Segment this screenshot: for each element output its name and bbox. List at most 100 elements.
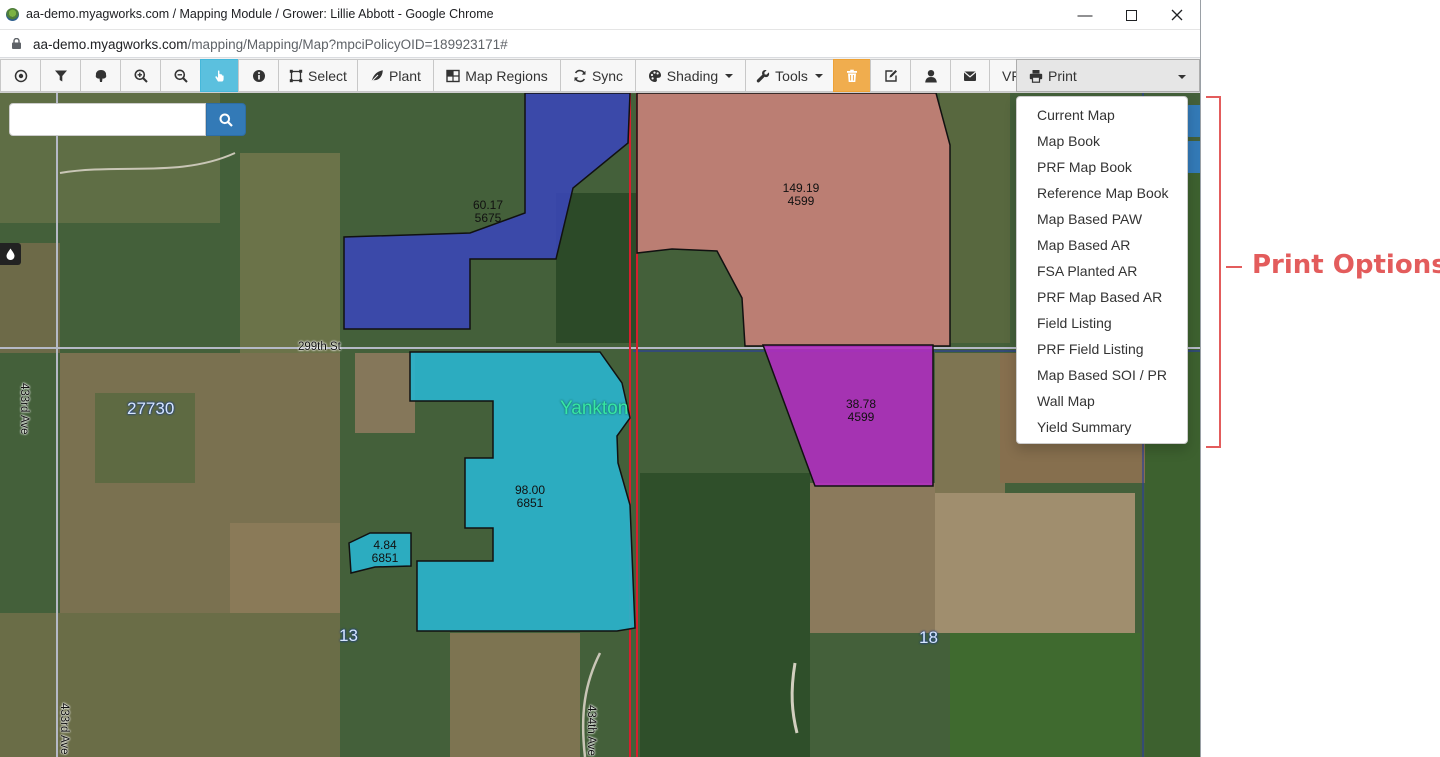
- leaf-icon: [371, 69, 383, 82]
- map-search-button[interactable]: [206, 103, 246, 136]
- user-button[interactable]: [910, 59, 951, 92]
- map-regions-label: Map Regions: [465, 67, 548, 84]
- tools-label: Tools: [775, 67, 808, 84]
- print-label: Print: [1048, 67, 1077, 84]
- print-current-map[interactable]: Current Map: [1017, 102, 1187, 128]
- vf-label: VF: [1002, 67, 1016, 84]
- delete-button[interactable]: [833, 59, 871, 92]
- field-label-3: 38.78 4599: [836, 398, 886, 424]
- address-bar[interactable]: aa-demo.myagworks.com/mapping/Mapping/Ma…: [0, 30, 1200, 58]
- print-caret-icon: [1178, 75, 1186, 79]
- print-options-menu: Current Map Map Book PRF Map Book Refere…: [1016, 96, 1188, 444]
- annotation-connector: [1226, 266, 1242, 268]
- tree-icon: [95, 69, 106, 82]
- url-path: /mapping/Mapping/Map?mpciPolicyOID=18992…: [187, 37, 508, 52]
- road-label: 434th Ave: [585, 705, 597, 756]
- minimize-button[interactable]: —: [1062, 0, 1108, 30]
- print-wall-map[interactable]: Wall Map: [1017, 388, 1187, 414]
- email-button[interactable]: [950, 59, 990, 92]
- wrench-icon: [756, 69, 770, 82]
- locate-button[interactable]: [0, 59, 41, 92]
- side-panel-tab[interactable]: [1186, 105, 1200, 137]
- close-button[interactable]: [1154, 0, 1200, 30]
- select-button[interactable]: Select: [278, 59, 358, 92]
- map-regions-icon: [446, 69, 460, 82]
- close-icon: [1171, 9, 1183, 21]
- field-code: 4599: [847, 410, 875, 424]
- filter-icon: [54, 70, 67, 81]
- zoom-out-button[interactable]: [160, 59, 201, 92]
- window-title: aa-demo.myagworks.com / Mapping Module /…: [26, 7, 494, 21]
- plant-button[interactable]: Plant: [357, 59, 434, 92]
- map-regions-button[interactable]: Map Regions: [433, 59, 561, 92]
- printer-icon: [1029, 69, 1043, 83]
- lock-icon: [12, 38, 21, 49]
- maximize-icon: [1125, 9, 1137, 21]
- county-label: Yankton: [560, 398, 629, 419]
- tools-caret-icon: [814, 73, 823, 78]
- print-prf-map-based-ar[interactable]: PRF Map Based AR: [1017, 284, 1187, 310]
- palette-icon: [648, 69, 661, 82]
- url-host: aa-demo.myagworks.com: [33, 37, 188, 52]
- hand-pointer-icon: [214, 70, 224, 81]
- filter-button[interactable]: [40, 59, 81, 92]
- map-toolbar: Select Plant Map Regions Sync Shading To…: [0, 58, 1200, 93]
- vf-button[interactable]: VF: [989, 59, 1017, 92]
- maximize-button[interactable]: [1108, 0, 1154, 30]
- select-label: Select: [308, 67, 347, 84]
- road-label: 433rd Ave: [58, 703, 70, 755]
- sync-label: Sync: [591, 67, 624, 84]
- trash-icon: [847, 69, 857, 82]
- zoom-in-icon: [134, 69, 148, 83]
- water-drop-button[interactable]: [0, 243, 21, 265]
- section-label: 13: [339, 626, 358, 645]
- print-prf-map-book[interactable]: PRF Map Book: [1017, 154, 1187, 180]
- shading-caret-icon: [725, 73, 734, 78]
- annotation-bracket: [1206, 96, 1221, 448]
- print-fsa-planted-ar[interactable]: FSA Planted AR: [1017, 258, 1187, 284]
- road-label: 433rd Ave: [18, 383, 30, 435]
- sync-button[interactable]: Sync: [560, 59, 636, 92]
- site-favicon-icon: [6, 8, 19, 21]
- browser-window: aa-demo.myagworks.com / Mapping Module /…: [0, 0, 1201, 757]
- zoom-out-icon: [174, 69, 188, 83]
- edit-icon: [884, 69, 897, 82]
- field-label-5: 4.84 6851: [360, 539, 410, 565]
- info-button[interactable]: [238, 59, 279, 92]
- title-bar: aa-demo.myagworks.com / Mapping Module /…: [0, 0, 1200, 30]
- envelope-icon: [963, 71, 977, 81]
- field-label-4: 98.00 6851: [505, 484, 555, 510]
- map-search-input[interactable]: [9, 103, 206, 136]
- zoom-in-button[interactable]: [120, 59, 161, 92]
- select-area-icon: [289, 69, 303, 82]
- plant-label: Plant: [389, 67, 421, 84]
- shading-dropdown[interactable]: Shading: [635, 59, 746, 92]
- shading-label: Shading: [666, 67, 719, 84]
- target-icon: [14, 69, 27, 82]
- print-map-based-ar[interactable]: Map Based AR: [1017, 232, 1187, 258]
- print-dropdown[interactable]: Print: [1016, 59, 1200, 92]
- print-map-book[interactable]: Map Book: [1017, 128, 1187, 154]
- print-options-annotation: Print Options: [1252, 250, 1440, 280]
- print-map-based-soi-pr[interactable]: Map Based SOI / PR: [1017, 362, 1187, 388]
- field-code: 6851: [371, 551, 399, 565]
- side-panel-tab[interactable]: [1186, 141, 1200, 173]
- tools-dropdown[interactable]: Tools: [745, 59, 834, 92]
- print-yield-summary[interactable]: Yield Summary: [1017, 414, 1187, 440]
- section-label: 27730: [127, 399, 175, 418]
- print-field-listing[interactable]: Field Listing: [1017, 310, 1187, 336]
- print-map-based-paw[interactable]: Map Based PAW: [1017, 206, 1187, 232]
- field-label-1: 60.17 5675: [463, 199, 513, 225]
- water-drop-icon: [6, 248, 15, 260]
- field-code: 5675: [474, 211, 502, 225]
- field-code: 4599: [787, 194, 815, 208]
- field-label-2: 149.19 4599: [773, 182, 829, 208]
- print-prf-field-listing[interactable]: PRF Field Listing: [1017, 336, 1187, 362]
- tree-button[interactable]: [80, 59, 121, 92]
- print-reference-map-book[interactable]: Reference Map Book: [1017, 180, 1187, 206]
- section-label: 18: [919, 628, 938, 647]
- road-label: 299th St: [298, 341, 341, 353]
- url-text[interactable]: aa-demo.myagworks.com/mapping/Mapping/Ma…: [33, 37, 508, 52]
- edit-button[interactable]: [870, 59, 911, 92]
- pan-button[interactable]: [200, 59, 239, 92]
